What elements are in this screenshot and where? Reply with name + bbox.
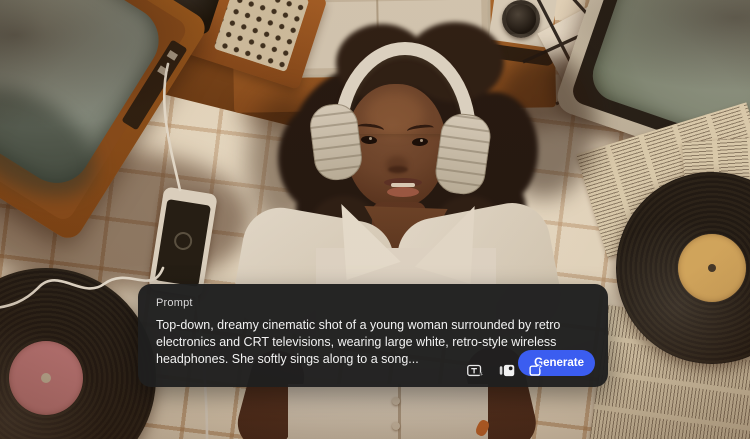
reference-image-button[interactable]	[486, 350, 515, 377]
prompt-actions: Generate	[454, 350, 595, 378]
text-effects-button[interactable]	[454, 350, 485, 378]
prompt-label: Prompt	[156, 297, 193, 309]
firefly-canvas: Prompt Top-down, dreamy cinematic shot o…	[0, 0, 750, 439]
prompt-panel: Prompt Top-down, dreamy cinematic shot o…	[138, 284, 608, 387]
generate-button[interactable]: Generate	[518, 350, 595, 376]
